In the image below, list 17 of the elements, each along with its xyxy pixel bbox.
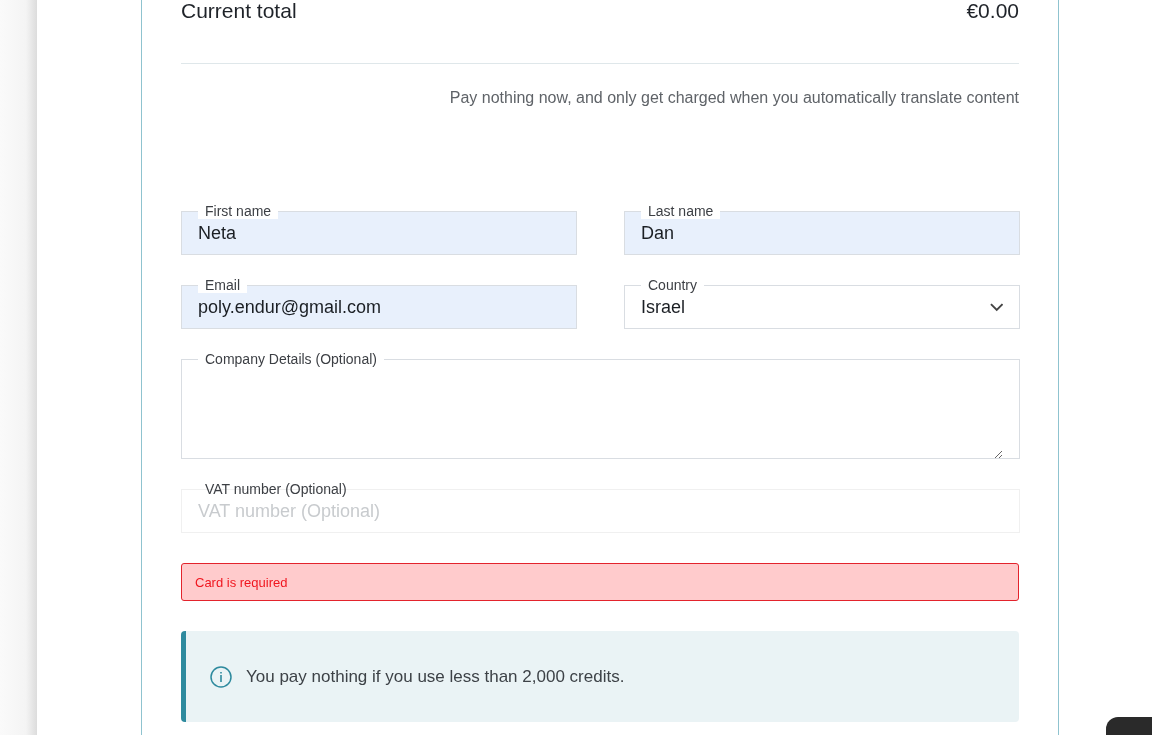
- total-title: Current total: [181, 0, 297, 23]
- text-input[interactable]: Neta: [198, 222, 560, 244]
- field-label: Last name: [641, 203, 721, 219]
- info-text: You pay nothing if you use less than 2,000 credits.: [246, 666, 625, 687]
- field-label: Email: [198, 277, 247, 293]
- field-label: Country: [641, 277, 705, 293]
- chevron-down-icon: [989, 302, 1003, 312]
- field-label: Company Details (Optional): [198, 351, 384, 367]
- text-input[interactable]: Dan: [641, 222, 1003, 244]
- select-value[interactable]: Israel: [641, 296, 990, 318]
- billing-note: Pay nothing now, and only get charged when you automatically translate content: [448, 89, 1019, 107]
- total-amount: €0.00: [966, 0, 1019, 23]
- chat-widget-button[interactable]: [1106, 717, 1152, 735]
- info-icon: [210, 665, 232, 688]
- text-input[interactable]: poly.endur@gmail.com: [198, 296, 560, 318]
- error-message: Card is required: [181, 563, 1019, 601]
- field-label: First name: [198, 203, 279, 219]
